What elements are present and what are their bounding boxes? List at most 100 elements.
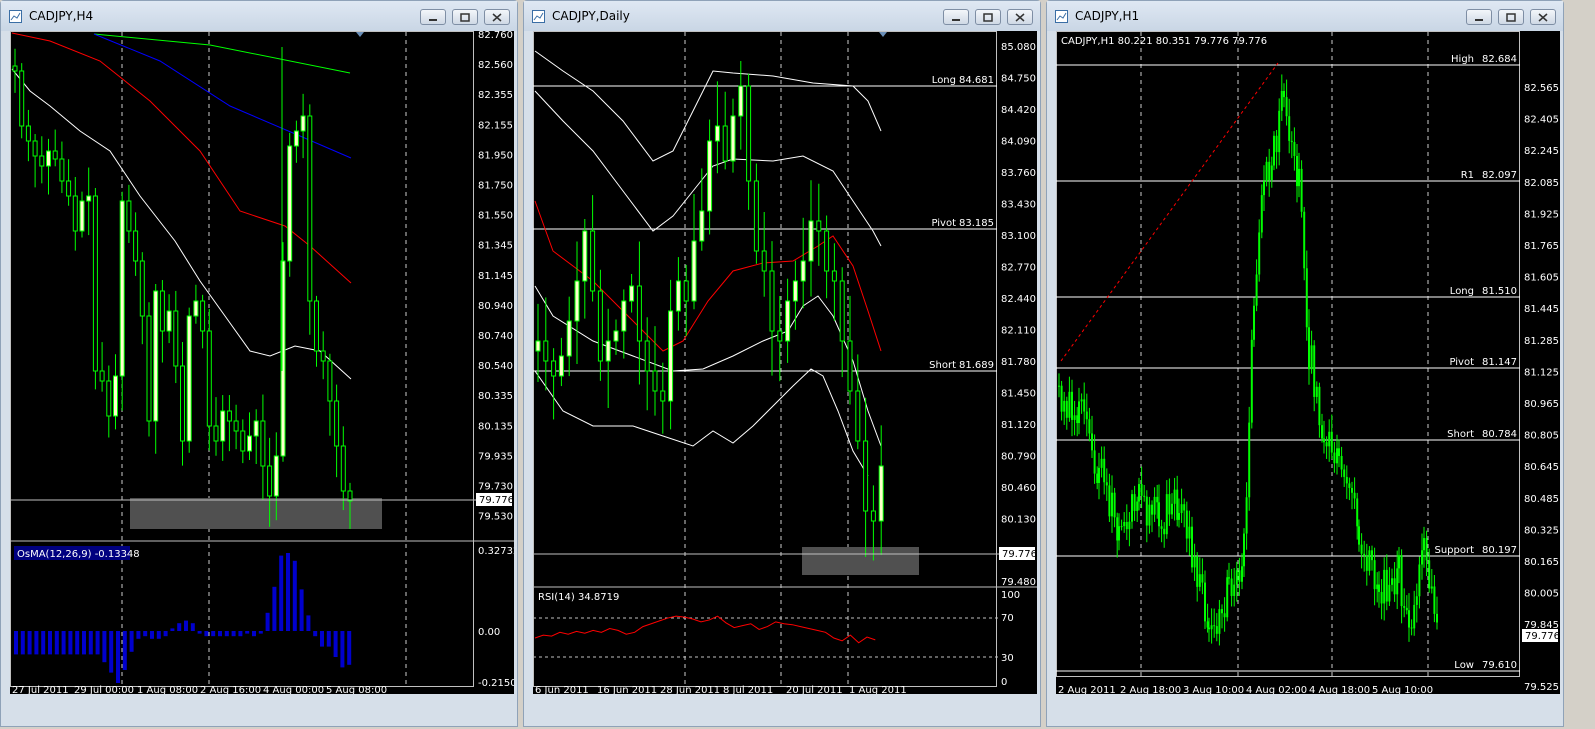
h4-chart-svg[interactable]: OsMA(12,26,9) -0.13348 82.760 82.560 82.35… [10,31,514,694]
title-bar[interactable]: CADJPY,H4 [1,1,517,31]
candle-body [1413,604,1416,629]
chart-window-h1[interactable]: CADJPY,H1 High 82.684 R1 82.097 Long 81.510 Pi… [1046,0,1564,727]
price-axis-tick: 85.080 [1001,42,1036,53]
maximize-button[interactable] [1498,9,1524,25]
price-candles [1058,74,1438,646]
candle-body [1198,574,1201,587]
chart-area[interactable]: OsMA(12,26,9) -0.13348 82.760 82.560 82.35… [10,31,514,694]
maximize-icon [983,13,993,22]
maximize-icon [1506,13,1516,22]
candle-body [1143,495,1146,497]
candle-body [273,455,279,497]
candle-body [1396,568,1399,595]
candle-body [1151,504,1153,515]
candle-body [106,380,112,417]
minimize-button[interactable] [420,9,446,25]
candle-body [247,435,252,452]
candle-body [1168,494,1171,515]
osma-bar [333,631,338,657]
price-axis-tick: 80.165 [1524,557,1559,568]
candle-body [1171,503,1173,515]
candle-body [777,330,783,342]
title-bar[interactable]: CADJPY,Daily [524,1,1040,31]
candle-body [79,200,85,232]
price-axis-tick: 81.125 [1524,367,1559,378]
candle-body [566,320,572,357]
osma-bar [306,615,311,631]
price-axis-tick: 81.765 [1524,241,1559,252]
candle-body [1405,607,1408,611]
candle-body [1268,161,1271,181]
osma-bar [109,631,114,673]
minimize-button[interactable] [943,9,969,25]
candle-body [206,330,212,427]
plot-frame [10,31,474,687]
current-price-label: 79.776 [1002,549,1037,560]
chart-window-daily[interactable]: CADJPY,Daily Long 84.681 Pivot 83.185 Short 8… [523,0,1041,727]
osma-bar [265,612,270,631]
candle-body [1073,415,1076,420]
osma-bar [238,631,243,637]
current-price-label: 79.776 [1525,631,1560,642]
candle-body [1253,305,1255,340]
chart-area[interactable]: Long 84.681 Pivot 83.185 Short 81.689 RSI(14)… [533,31,1037,694]
candle-body [1280,90,1283,111]
price-axis-tick: 82.245 [1524,146,1559,157]
price-axis-tick: 84.420 [1001,105,1036,116]
candle-body [1421,550,1423,565]
candle-body [1196,556,1199,587]
candle-body [1313,345,1316,397]
price-axis-tick: 80.335 [478,391,513,402]
candle-body [186,315,192,442]
plot-frame [1056,31,1520,677]
close-button[interactable] [484,9,510,25]
osma-bar [252,631,256,637]
maximize-button[interactable] [452,9,478,25]
price-axis-tick: 79.935 [478,451,513,462]
candle-body [1158,502,1160,527]
candle-body [1328,431,1331,447]
candle-body [1428,560,1431,589]
osma-bar [177,623,182,631]
maximize-button[interactable] [975,9,1001,25]
candle-body [1325,442,1328,447]
candle-body [1213,625,1216,627]
shift-marker[interactable] [879,32,887,37]
chart-area[interactable]: High 82.684 R1 82.097 Long 81.510 Pivot 81.147 S… [1056,31,1560,694]
candle-body [1343,469,1346,477]
h1-chart-svg[interactable]: High 82.684 R1 82.097 Long 81.510 Pivot 81.147 S… [1056,31,1560,694]
candle-body [173,310,179,367]
candle-body [1131,494,1133,522]
chart-window-h4[interactable]: CADJPY,H4 OsMA(12,26,9) -0.13348 82.760 8… [0,0,518,727]
candle-body [699,210,705,242]
osma-min-tick: -0.21502 [478,678,514,689]
price-axis-tick: 80.805 [1524,431,1559,442]
plot-frame [533,31,997,687]
candle-body [1241,566,1243,582]
candle-body [839,280,845,342]
candle-body [1173,489,1176,504]
price-axis-tick: 81.605 [1524,273,1559,284]
candle-body [785,300,791,342]
osma-bar [204,631,209,637]
candle-body [1360,544,1363,554]
candle-body [1275,135,1278,153]
candle-body [233,420,239,432]
osma-bar [340,631,345,668]
trendline[interactable] [1060,62,1279,362]
close-button[interactable] [1530,9,1556,25]
candle-body [1176,489,1179,520]
osma-bar [211,631,216,637]
candle-body [153,290,159,422]
price-axis-tick: 82.565 [1524,83,1559,94]
close-button[interactable] [1007,9,1033,25]
title-bar[interactable]: CADJPY,H1 [1047,1,1563,31]
shift-marker[interactable] [356,32,364,37]
level-value: 81.689 [959,360,994,371]
candle-body [1336,448,1338,464]
minimize-button[interactable] [1466,9,1492,25]
candle-body [1380,591,1383,604]
candle-body [1120,526,1123,528]
osma-bar [279,555,284,631]
daily-chart-svg[interactable]: Long 84.681 Pivot 83.185 Short 81.689 RSI(14)… [533,31,1037,694]
